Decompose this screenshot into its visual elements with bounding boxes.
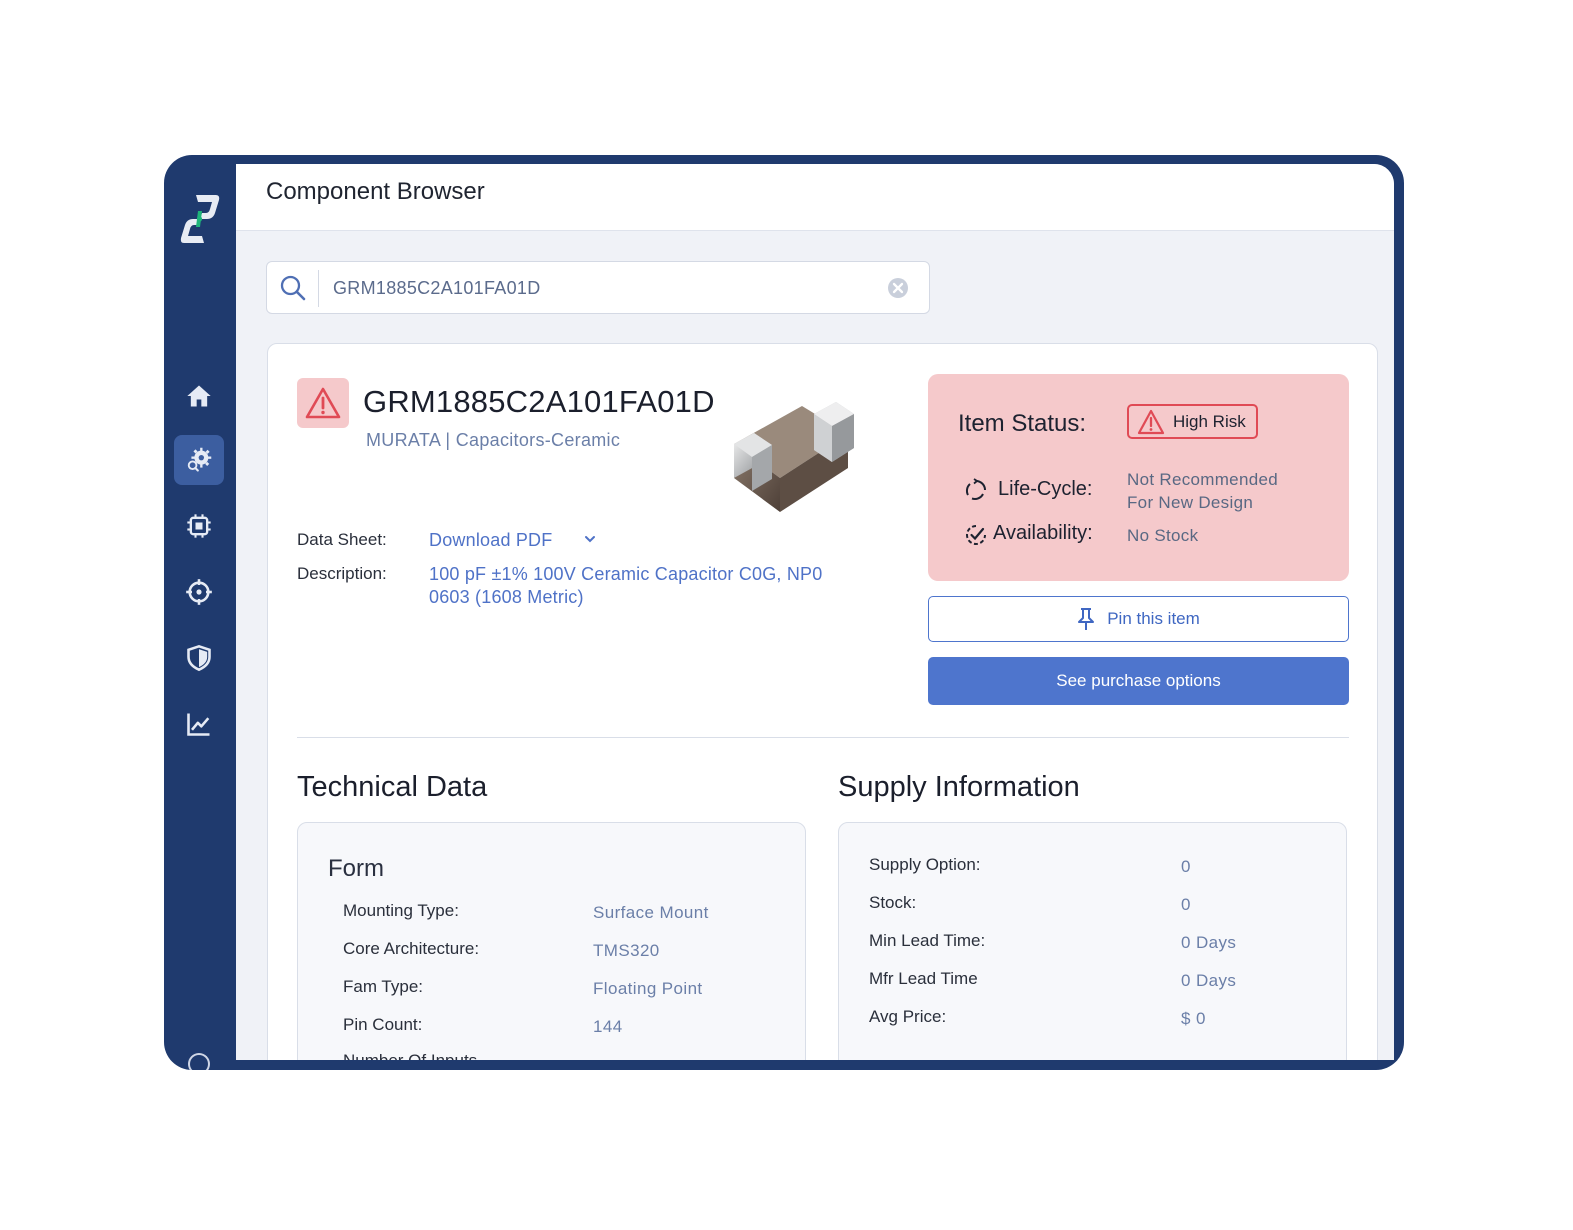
pin-icon (1078, 608, 1095, 630)
part-number: GRM1885C2A101FA01D (363, 384, 715, 419)
capacitor-image (734, 402, 854, 512)
supply-row-value: 0 (1181, 895, 1191, 914)
search-box (266, 261, 930, 314)
description-line-2: 0603 (1608 Metric) (429, 587, 584, 607)
nav-component-search[interactable] (174, 435, 224, 485)
description-line-1: 100 pF ±1% 100V Ceramic Capacitor C0G, N… (429, 564, 823, 584)
nav-shield[interactable] (174, 633, 224, 683)
supply-row-label: Stock: (869, 893, 917, 912)
tech-row-label: Mounting Type: (343, 901, 459, 920)
technical-data-title: Technical Data (297, 771, 488, 803)
risk-badge-icon (297, 378, 349, 428)
form-group-title: Form (328, 855, 384, 882)
item-status-panel: Item Status: High Risk Life-Cycle: Not R… (928, 374, 1349, 581)
tech-row-value: Floating Point (593, 979, 703, 998)
supply-row-label: Supply Option: (869, 855, 981, 874)
availability-label: Availability: (993, 522, 1093, 544)
tech-row-value: Surface Mount (593, 903, 709, 922)
tech-row-value: TMS320 (593, 941, 660, 960)
warning-icon (1137, 409, 1165, 434)
tech-row-label: Core Architecture: (343, 939, 480, 958)
lifecycle-label: Life-Cycle: (998, 478, 1093, 500)
chip-icon (187, 514, 211, 538)
top-bar: Component Browser (236, 164, 1394, 231)
section-divider (297, 737, 1349, 738)
availability-icon (966, 525, 986, 545)
high-risk-badge: High Risk (1127, 404, 1258, 439)
supply-row-value: $ 0 (1181, 1009, 1206, 1028)
app-logo (180, 195, 220, 243)
description-label: Description: (297, 564, 387, 583)
risk-label: High Risk (1173, 411, 1246, 431)
search-input[interactable] (333, 276, 873, 300)
tech-row-label: Pin Count: (343, 1015, 423, 1034)
supply-row-value: 0 Days (1181, 933, 1237, 952)
purchase-options-button[interactable]: See purchase options (928, 657, 1349, 705)
pin-item-label: Pin this item (1107, 609, 1200, 628)
search-icon (280, 275, 306, 301)
search-divider (318, 270, 319, 307)
download-pdf-link[interactable]: Download PDF (429, 529, 552, 552)
main-content: Component Browser GRM1885C2A101FA01D GRM… (236, 164, 1394, 1060)
supply-information-title: Supply Information (838, 771, 1080, 803)
tech-row-label: Fam Type: (343, 977, 423, 996)
nav-chip[interactable] (174, 501, 224, 551)
lifecycle-icon (965, 478, 986, 500)
supply-row-label: Mfr Lead Time (869, 969, 978, 988)
pin-item-button[interactable]: Pin this item (928, 596, 1349, 642)
gear-search-icon (187, 447, 212, 472)
lifecycle-value-line-2: For New Design (1127, 493, 1254, 512)
warning-icon (305, 387, 341, 419)
app-window: Component Browser GRM1885C2A101FA01D GRM… (164, 155, 1404, 1070)
sidebar (164, 155, 236, 1070)
page-title: Component Browser (266, 178, 485, 205)
availability-value: No Stock (1127, 526, 1199, 545)
technical-data-card: Form Mounting Type: Surface Mount Core A… (297, 822, 806, 1060)
supply-row-value: 0 (1181, 857, 1191, 876)
crosshair-icon (186, 579, 212, 605)
part-manufacturer-category: MURATA | Capacitors-Ceramic (366, 430, 621, 450)
component-card: GRM1885C2A101FA01D MURATA | Capacitors-C… (267, 343, 1378, 1060)
supply-row-label: Min Lead Time: (869, 931, 986, 950)
tech-row-value: 144 (593, 1017, 623, 1036)
home-icon (187, 385, 211, 407)
item-status-title: Item Status: (958, 410, 1087, 437)
tech-row-label: Number Of Inputs (343, 1051, 477, 1060)
lifecycle-value-line-1: Not Recommended (1127, 470, 1278, 489)
supply-row-label: Avg Price: (869, 1007, 947, 1026)
nav-home[interactable] (174, 371, 224, 421)
chevron-down-icon[interactable] (583, 532, 597, 546)
datasheet-label: Data Sheet: (297, 530, 387, 549)
clear-search-icon[interactable] (886, 276, 910, 300)
user-avatar[interactable] (188, 1053, 210, 1070)
nav-analytics[interactable] (174, 699, 224, 749)
supply-information-card: Supply Option: 0 Stock: 0 Min Lead Time:… (838, 822, 1347, 1060)
chart-icon (187, 713, 210, 736)
shield-icon (187, 644, 211, 672)
nav-target[interactable] (174, 567, 224, 617)
supply-row-value: 0 Days (1181, 971, 1237, 990)
